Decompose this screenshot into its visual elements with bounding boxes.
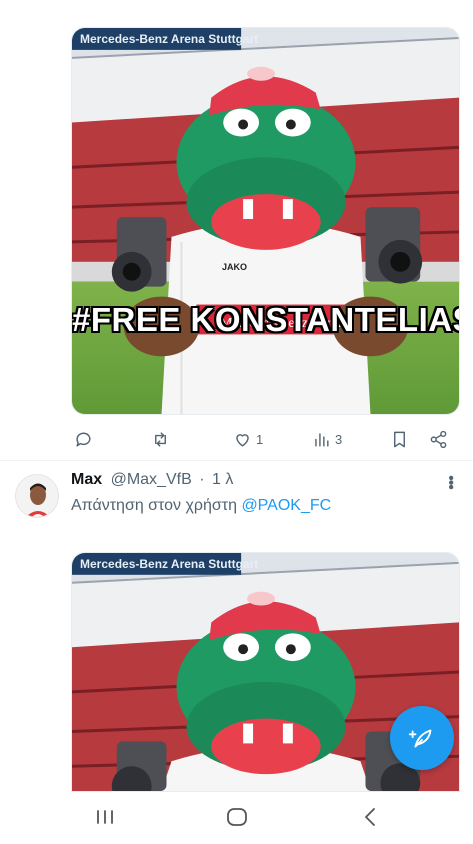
image-overlay-caption: #FREE KONSTANTELIAS bbox=[72, 301, 460, 338]
stadium-sign-text: Mercedes-Benz Arena Stuttgart bbox=[80, 32, 259, 46]
views-button[interactable]: 3 bbox=[312, 430, 342, 449]
system-navigation-bar bbox=[0, 792, 473, 844]
like-count: 1 bbox=[256, 431, 264, 447]
reply-prefix: Απάντηση στον χρήστη bbox=[71, 497, 237, 514]
author-name[interactable]: Max bbox=[71, 471, 102, 488]
tweet-action-bar: 1 3 bbox=[71, 426, 460, 452]
retweet-icon bbox=[155, 431, 166, 447]
back-icon bbox=[365, 808, 375, 826]
avatar[interactable] bbox=[15, 474, 59, 518]
share-button[interactable] bbox=[429, 430, 448, 449]
stadium-mascot-photo bbox=[72, 28, 459, 414]
shirt-brand-text: JAKO bbox=[222, 262, 248, 272]
share-icon bbox=[430, 430, 447, 448]
compose-feather-icon bbox=[408, 729, 432, 748]
reply-button[interactable] bbox=[74, 430, 93, 449]
views-count: 3 bbox=[335, 431, 343, 447]
recents-button[interactable] bbox=[94, 806, 116, 833]
reply-icon bbox=[76, 432, 91, 447]
reply-mention-link[interactable]: @PAOK_FC bbox=[241, 497, 331, 514]
home-icon bbox=[227, 808, 247, 826]
compose-tweet-button[interactable] bbox=[390, 706, 454, 770]
tweet-time: 1 λ bbox=[211, 471, 234, 488]
recents-icon bbox=[97, 810, 113, 824]
back-button[interactable] bbox=[360, 806, 382, 833]
more-options-icon[interactable]: ••• bbox=[442, 475, 459, 489]
tweet-image[interactable]: Mercedes-Benz Arena Stuttgart JAKO Merce… bbox=[71, 27, 460, 415]
author-row: Max @Max_VfB · 1 λ bbox=[71, 471, 233, 489]
like-button[interactable]: 1 bbox=[233, 430, 263, 449]
heart-icon bbox=[236, 433, 249, 447]
stadium-sign-text: Mercedes-Benz Arena Stuttgart bbox=[80, 557, 259, 571]
views-icon bbox=[315, 432, 329, 447]
reply-context: Απάντηση στον χρήστη @PAOK_FC bbox=[71, 497, 331, 515]
retweet-button[interactable] bbox=[151, 430, 170, 449]
home-button[interactable] bbox=[225, 806, 249, 833]
bookmark-icon bbox=[394, 431, 405, 447]
bookmark-button[interactable] bbox=[390, 430, 409, 449]
separator-dot: · bbox=[199, 471, 205, 488]
avatar-photo bbox=[16, 475, 58, 517]
tweet-divider bbox=[0, 460, 473, 461]
author-handle[interactable]: @Max_VfB bbox=[111, 471, 192, 488]
